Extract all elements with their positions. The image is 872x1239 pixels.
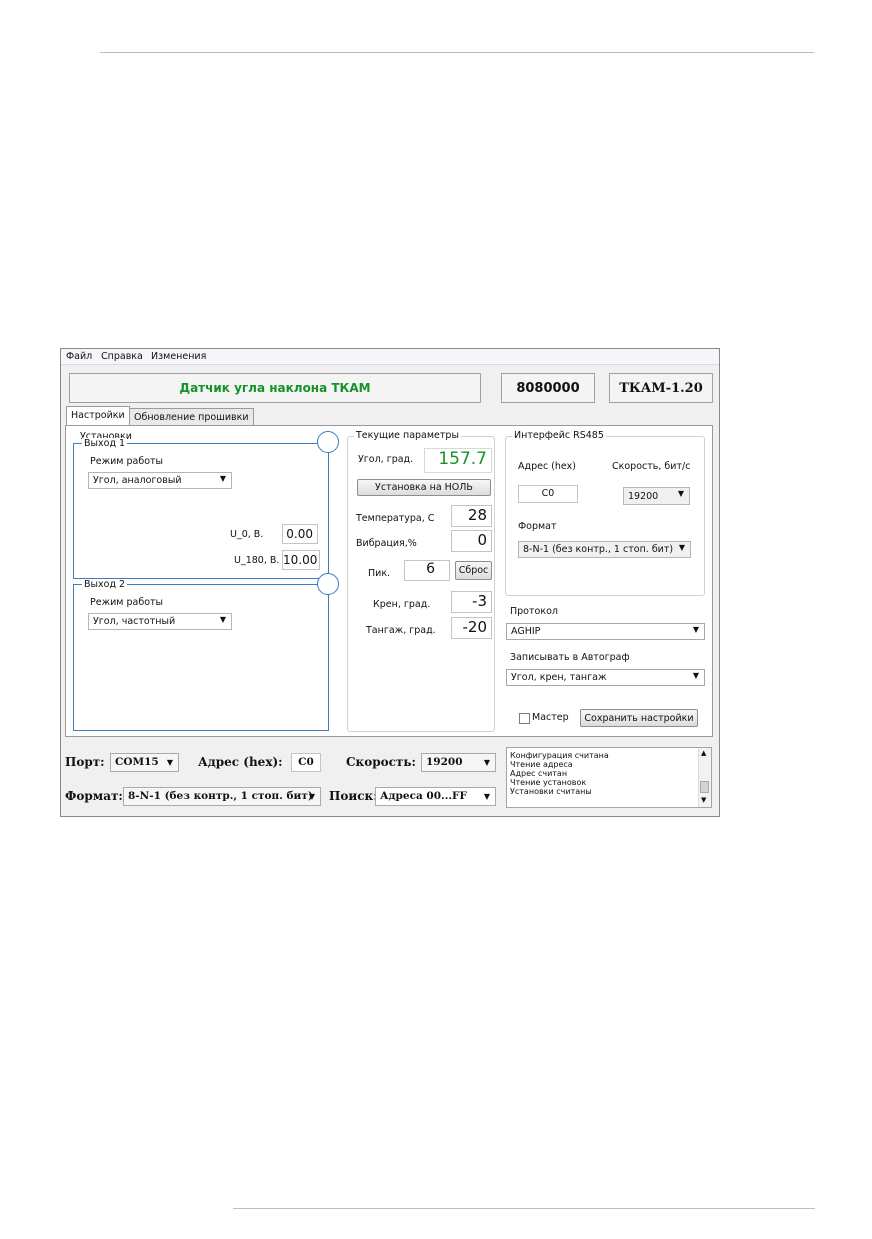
temperature-value: 28 (451, 505, 492, 527)
rs485-speed-select[interactable]: 19200 ▼ (623, 487, 690, 505)
vibration-label: Вибрация,% (356, 538, 417, 549)
protocol-value: AGHIP (511, 626, 541, 637)
autograph-value: Угол, крен, тангаж (511, 672, 607, 683)
search-label: Поиск: (329, 789, 378, 803)
u180-label: U_180, В. (234, 555, 280, 566)
menu-file[interactable]: Файл (66, 351, 92, 362)
bottom-format-select[interactable]: 8-N-1 (без контр., 1 стоп. бит) ▼ (123, 787, 321, 806)
set-zero-button[interactable]: Установка на НОЛЬ (357, 479, 491, 496)
scroll-up-icon[interactable]: ▲ (701, 749, 706, 758)
search-value: Адреса 00...FF (380, 790, 467, 802)
rs485-format-value: 8-N-1 (без контр., 1 стоп. бит) (523, 544, 674, 555)
chevron-down-icon: ▼ (219, 474, 226, 483)
save-settings-button[interactable]: Сохранить настройки (580, 709, 698, 727)
bottom-format-value: 8-N-1 (без контр., 1 стоп. бит) (128, 790, 313, 802)
log-entry: Установки считаны (510, 787, 592, 796)
log-scrollbar[interactable]: ▲ ▼ (698, 748, 711, 807)
protocol-label: Протокол (510, 606, 558, 617)
rs485-format-label: Формат (518, 521, 557, 532)
master-label: Мастер (532, 712, 569, 723)
u0-input[interactable]: 0.00 (282, 524, 318, 544)
pitch-value: -20 (451, 617, 492, 639)
chevron-down-icon: ▼ (483, 791, 490, 801)
pitch-label: Тангаж, град. (366, 625, 436, 636)
output2-mode-value: Угол, частотный (93, 616, 176, 627)
search-select[interactable]: Адреса 00...FF ▼ (375, 787, 496, 806)
scroll-down-icon[interactable]: ▼ (701, 796, 706, 805)
tab-firmware-update[interactable]: Обновление прошивки (129, 408, 254, 425)
device-model: ТКАМ-1.20 (609, 373, 713, 403)
master-checkbox[interactable] (519, 713, 530, 724)
scroll-thumb[interactable] (700, 781, 709, 793)
chevron-down-icon: ▼ (692, 625, 699, 634)
port-value: COM15 (115, 756, 159, 768)
tab-settings[interactable]: Настройки (66, 406, 130, 426)
output2-indicator-icon (317, 573, 339, 595)
output1-title: Выход 1 (82, 438, 128, 449)
port-select[interactable]: COM15 ▼ (110, 753, 179, 772)
menu-bar: Файл Справка Изменения (61, 349, 719, 365)
chevron-down-icon: ▼ (166, 757, 173, 767)
output2-group: Выход 2 Режим работы Угол, частотный ▼ (73, 579, 329, 731)
settings-panel: Установки Выход 1 Режим работы Угол, ана… (65, 425, 713, 737)
output2-title: Выход 2 (82, 579, 128, 590)
chevron-down-icon: ▼ (219, 615, 226, 624)
peak-value: 6 (404, 560, 450, 581)
bottom-speed-label: Скорость: (346, 755, 416, 769)
vibration-value: 0 (451, 530, 492, 552)
chevron-down-icon: ▼ (678, 543, 685, 552)
rs485-address-input[interactable]: C0 (518, 485, 578, 503)
app-window: Файл Справка Изменения Датчик угла накло… (60, 348, 720, 817)
menu-help[interactable]: Справка (101, 351, 143, 362)
u180-input[interactable]: 10.00 (282, 550, 320, 570)
port-label: Порт: (65, 755, 105, 769)
current-params-title: Текущие параметры (354, 430, 461, 441)
log-entry: Чтение установок (510, 778, 587, 787)
bottom-format-label: Формат: (65, 789, 123, 803)
output1-mode-label: Режим работы (90, 456, 164, 467)
output1-group: Выход 1 Режим работы Угол, аналоговый ▼ … (73, 438, 329, 579)
angle-value: 157.7 (424, 448, 492, 473)
rs485-speed-value: 19200 (628, 491, 659, 502)
rs485-speed-label: Скорость, бит/с (612, 461, 691, 472)
serial-number: 8080000 (501, 373, 595, 403)
bottom-speed-value: 19200 (426, 756, 463, 768)
menu-changes[interactable]: Изменения (151, 351, 206, 362)
log-entry: Чтение адреса (510, 760, 573, 769)
device-title: Датчик угла наклона ТКАМ (69, 373, 481, 403)
u0-label: U_0, В. (230, 529, 264, 540)
autograph-select[interactable]: Угол, крен, тангаж ▼ (506, 669, 705, 686)
chevron-down-icon: ▼ (692, 671, 699, 680)
reset-peak-button[interactable]: Сброс (455, 561, 492, 580)
chevron-down-icon: ▼ (677, 489, 684, 498)
rs485-title: Интерфейс RS485 (512, 430, 606, 441)
peak-label: Пик. (368, 568, 391, 579)
output2-mode-select[interactable]: Угол, частотный ▼ (88, 613, 232, 630)
autograph-label: Записывать в Автограф (510, 652, 630, 663)
rs485-address-label: Адрес (hex) (518, 461, 576, 472)
log-entry: Адрес считан (510, 769, 568, 778)
bottom-speed-select[interactable]: 19200 ▼ (421, 753, 496, 772)
output1-mode-value: Угол, аналоговый (93, 475, 182, 486)
rs485-format-select[interactable]: 8-N-1 (без контр., 1 стоп. бит) ▼ (518, 541, 691, 558)
output1-mode-select[interactable]: Угол, аналоговый ▼ (88, 472, 232, 489)
output1-indicator-icon (317, 431, 339, 453)
temperature-label: Температура, С (356, 513, 435, 524)
output2-mode-label: Режим работы (90, 597, 164, 608)
current-params-group: Текущие параметры Угол, град. 157.7 Уста… (347, 430, 495, 732)
angle-label: Угол, град. (358, 454, 414, 465)
roll-value: -3 (451, 591, 492, 613)
log-entry: Конфигурация считана (510, 751, 609, 760)
chevron-down-icon: ▼ (483, 757, 490, 767)
log-list[interactable]: Конфигурация считана Чтение адреса Адрес… (506, 747, 712, 808)
bottom-address-input[interactable]: C0 (291, 753, 321, 772)
bottom-separator (233, 1208, 815, 1209)
protocol-select[interactable]: AGHIP ▼ (506, 623, 705, 640)
bottom-address-label: Адрес (hex): (198, 755, 283, 769)
rs485-group: Интерфейс RS485 Адрес (hex) Скорость, би… (505, 430, 705, 596)
roll-label: Крен, град. (373, 599, 431, 610)
chevron-down-icon: ▼ (308, 791, 315, 801)
top-separator (100, 52, 814, 53)
